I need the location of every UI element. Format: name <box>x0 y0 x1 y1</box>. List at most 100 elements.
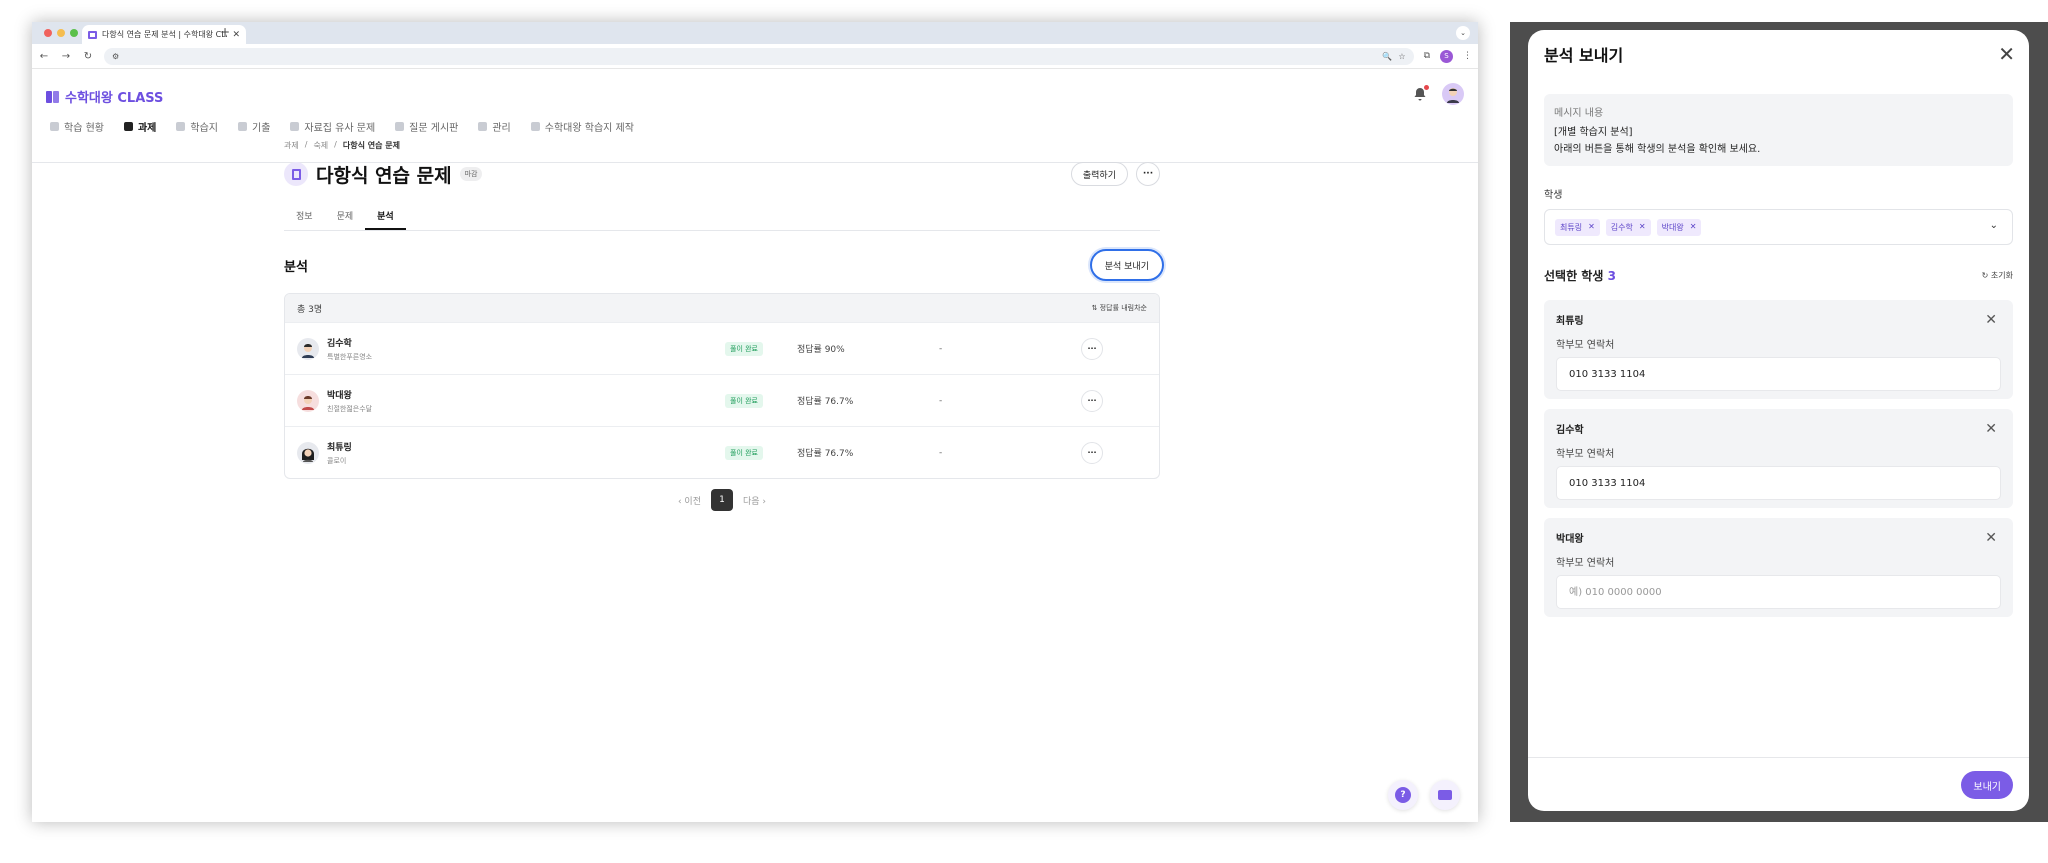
assignment-icon <box>123 122 133 131</box>
student-nickname: 콜로이 <box>327 456 347 465</box>
breadcrumb-homework[interactable]: 숙제 <box>313 140 328 151</box>
close-icon[interactable]: ✕ <box>1998 44 2015 64</box>
student-avatar <box>297 441 319 464</box>
chip-remove-icon[interactable]: ✕ <box>1690 222 1697 233</box>
student-card: 최튜링 ✕ 학부모 연락처 <box>1544 300 2013 399</box>
table-row[interactable]: 최튜링 콜로이 풀이 완료 정답률 76.7% - ··· <box>285 426 1159 478</box>
reset-button[interactable]: ↻ 초기화 <box>1982 270 2013 281</box>
nav-item-progress[interactable]: 학습 현황 <box>50 119 104 134</box>
close-window-button[interactable] <box>44 29 52 37</box>
browser-menu-icon[interactable]: ⋮ <box>1463 51 1472 61</box>
table-row[interactable]: 김수학 특별한푸른영소 풀이 완료 정답률 90% - ··· <box>285 322 1159 374</box>
tab-title: 다항식 연습 문제 분석 | 수학대왕 CLASS <box>102 30 227 39</box>
mail-icon <box>1438 790 1452 800</box>
send-analysis-modal: 분석 보내기 ✕ 메시지 내용 [개별 학습지 분석] 아래의 버튼을 통해 학… <box>1528 30 2029 811</box>
student-avatar <box>297 337 319 360</box>
user-avatar[interactable] <box>1442 83 1464 105</box>
tab-analysis[interactable]: 분석 <box>365 203 406 230</box>
parent-phone-input[interactable] <box>1556 466 2001 500</box>
prev-page-button[interactable]: ‹ 이전 <box>678 494 701 507</box>
extra-value: - <box>939 447 943 458</box>
main-content: 과제 / 숙제 / 다항식 연습 문제 다항식 연습 문제 마감 출력하기 ··… <box>284 140 1164 511</box>
row-more-button[interactable]: ··· <box>1081 389 1103 412</box>
back-icon[interactable]: ← <box>38 51 50 62</box>
student-name: 박대왕 <box>327 390 352 401</box>
bookmark-star-icon[interactable]: ☆ <box>1398 52 1405 61</box>
window-controls <box>44 29 78 37</box>
nav-item-qna[interactable]: 질문 게시판 <box>395 119 458 134</box>
nav-item-past-exams[interactable]: 기출 <box>238 119 270 134</box>
close-icon[interactable]: ✕ <box>1985 312 1997 328</box>
minimize-window-button[interactable] <box>57 29 65 37</box>
student-card: 박대왕 ✕ 학부모 연락처 <box>1544 518 2013 617</box>
question-icon <box>395 122 405 131</box>
chip-remove-icon[interactable]: ✕ <box>1639 222 1646 233</box>
student-chip: 박대왕 ✕ <box>1656 218 1702 236</box>
site-settings-icon[interactable]: ⚙ <box>112 52 119 61</box>
section-title: 분석 <box>284 259 308 275</box>
help-button[interactable]: ? <box>1388 780 1418 810</box>
card-student-name: 최튜링 <box>1556 316 1584 327</box>
print-button[interactable]: 출력하기 <box>1070 162 1128 186</box>
reload-icon[interactable]: ↻ <box>82 51 94 62</box>
zoom-icon[interactable]: 🔍 <box>1382 52 1392 61</box>
forward-icon[interactable]: → <box>60 51 72 62</box>
send-button[interactable]: 보내기 <box>1961 771 2013 799</box>
main-nav: 학습 현황 과제 학습지 기출 자료집 유사 문제 질문 게시판 관리 수학대왕… <box>50 119 634 134</box>
new-tab-button[interactable]: + <box>220 25 230 39</box>
browser-toolbar: ← → ↻ ⚙ 🔍 ☆ ⧉ S ⋮ <box>32 44 1478 69</box>
accuracy-rate: 정답률 76.7% <box>797 397 854 407</box>
message-box: 메시지 내용 [개별 학습지 분석] 아래의 버튼을 통해 학생의 분석을 확인… <box>1544 94 2013 166</box>
profile-avatar[interactable]: S <box>1440 49 1453 63</box>
page-number[interactable]: 1 <box>711 489 733 511</box>
nav-item-assignments[interactable]: 과제 <box>123 119 156 134</box>
student-nickname: 친절한젊은수달 <box>327 404 373 413</box>
extensions-icon[interactable]: ⧉ <box>1424 51 1430 61</box>
student-select[interactable]: 최튜링 ✕ 김수학 ✕ 박대왕 ✕ ⌄ <box>1544 209 2013 245</box>
send-analysis-button[interactable]: 분석 보내기 <box>1089 249 1164 281</box>
more-options-button[interactable]: ··· <box>1136 162 1160 186</box>
row-more-button[interactable]: ··· <box>1081 441 1103 464</box>
parent-phone-input[interactable] <box>1556 357 2001 391</box>
table-row[interactable]: 박대왕 친절한젊은수달 풀이 완료 정답률 76.7% - ··· <box>285 374 1159 426</box>
page-title: 다항식 연습 문제 <box>316 164 452 187</box>
sort-dropdown[interactable]: ⇅ 정답률 내림차순 <box>1092 303 1147 313</box>
chevron-down-icon[interactable]: ⌄ <box>1990 220 1998 231</box>
notification-bell-icon[interactable] <box>1412 85 1429 102</box>
extra-value: - <box>939 343 943 354</box>
folder-icon <box>290 122 300 131</box>
modal-title: 분석 보내기 <box>1544 46 1624 65</box>
tab-close-icon[interactable]: ✕ <box>232 30 240 40</box>
close-icon[interactable]: ✕ <box>1985 530 1997 546</box>
parent-phone-input[interactable] <box>1556 575 2001 609</box>
student-name: 최튜링 <box>327 442 352 453</box>
maximize-window-button[interactable] <box>70 29 78 37</box>
nav-item-similar-problems[interactable]: 자료집 유사 문제 <box>290 119 375 134</box>
exam-icon <box>238 122 247 131</box>
tab-search-icon[interactable]: ⌄ <box>1456 26 1470 40</box>
progress-icon <box>50 122 59 131</box>
browser-window: 다항식 연습 문제 분석 | 수학대왕 CLASS ✕ + ⌄ ← → ↻ ⚙ … <box>32 22 1478 822</box>
pagination: ‹ 이전 1 다음 › <box>284 489 1160 511</box>
nav-item-manage[interactable]: 관리 <box>478 119 511 134</box>
card-student-name: 박대왕 <box>1556 534 1584 545</box>
address-bar[interactable]: ⚙ 🔍 ☆ <box>104 47 1414 65</box>
tab-problems[interactable]: 문제 <box>325 203 366 230</box>
chip-remove-icon[interactable]: ✕ <box>1588 222 1595 233</box>
extra-value: - <box>939 395 943 406</box>
logo-book-icon <box>46 90 60 103</box>
student-card: 김수학 ✕ 학부모 연락처 <box>1544 409 2013 508</box>
breadcrumb-assignments[interactable]: 과제 <box>284 140 299 151</box>
close-icon[interactable]: ✕ <box>1985 421 1997 437</box>
app-logo[interactable]: 수학대왕 CLASS <box>46 87 163 106</box>
tab-info[interactable]: 정보 <box>284 203 325 230</box>
card-student-name: 김수학 <box>1556 425 1584 436</box>
nav-item-worksheet-builder[interactable]: 수학대왕 학습지 제작 <box>530 119 634 134</box>
student-avatar <box>297 389 319 412</box>
students-table: 총 3명 ⇅ 정답률 내림차순 김수학 특별한푸른영소 풀이 완료 정답률 90%… <box>284 293 1160 479</box>
row-more-button[interactable]: ··· <box>1081 337 1103 360</box>
message-button[interactable] <box>1430 780 1460 810</box>
nav-item-worksheets[interactable]: 학습지 <box>176 119 218 134</box>
next-page-button[interactable]: 다음 › <box>743 494 766 507</box>
worksheet-icon <box>176 122 186 131</box>
